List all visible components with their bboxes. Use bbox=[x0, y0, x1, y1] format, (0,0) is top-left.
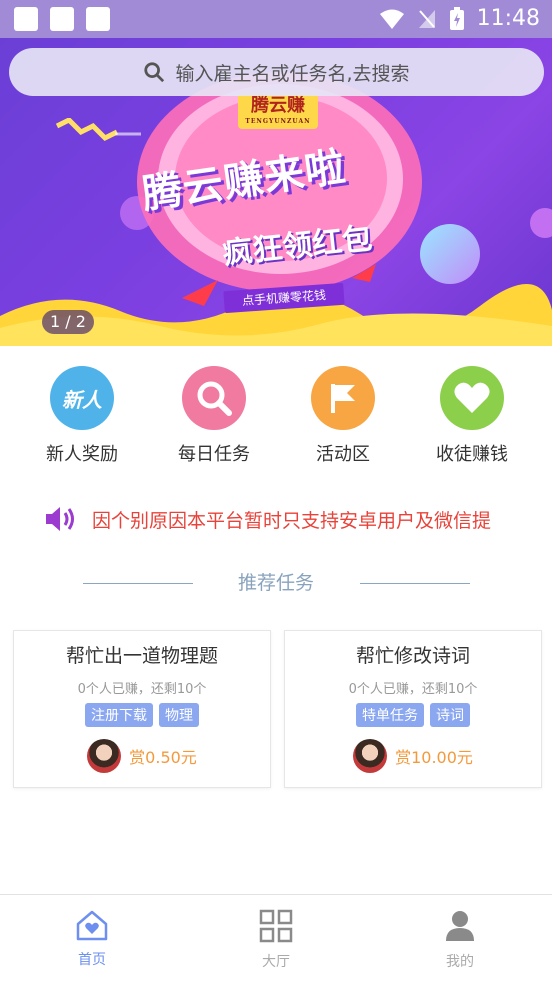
action-label: 新人奖励 bbox=[46, 444, 118, 465]
system-indicators: 11:48 bbox=[379, 6, 540, 31]
task-stats: 0个人已赚，还剩10个 bbox=[77, 682, 207, 697]
heart-icon bbox=[440, 366, 504, 430]
nav-hall[interactable]: 大厅 bbox=[226, 909, 326, 971]
action-label: 活动区 bbox=[316, 444, 370, 465]
search-placeholder: 输入雇主名或任务名,去搜索 bbox=[175, 62, 410, 85]
flag-icon bbox=[311, 366, 375, 430]
promo-banner[interactable]: 输入雇主名或任务名,去搜索 腾云赚 TENGYUNZUAN 腾云赚来啦 疯狂领红包… bbox=[0, 38, 552, 346]
zigzag-decoration bbox=[55, 118, 141, 142]
home-icon bbox=[76, 910, 108, 941]
task-tags: 注册下载 物理 bbox=[14, 703, 270, 727]
employer-avatar bbox=[87, 739, 122, 773]
nav-label: 我的 bbox=[446, 954, 474, 970]
grid-icon bbox=[259, 909, 293, 943]
brand-logo: 腾云赚 TENGYUNZUAN bbox=[238, 93, 318, 129]
nav-label: 大厅 bbox=[262, 954, 290, 970]
notification-icon bbox=[86, 7, 110, 31]
task-stats: 0个人已赚，还剩10个 bbox=[348, 682, 478, 697]
task-reward: 赏10.00元 bbox=[395, 748, 473, 767]
task-title: 帮忙修改诗词 bbox=[355, 645, 470, 667]
task-tag: 注册下载 bbox=[85, 703, 153, 727]
action-daily-tasks[interactable]: 每日任务 bbox=[159, 366, 269, 466]
search-icon bbox=[182, 366, 246, 430]
task-tags: 特单任务 诗词 bbox=[285, 703, 541, 727]
section-header: 推荐任务 bbox=[0, 566, 552, 600]
notification-icon bbox=[50, 7, 74, 31]
action-label: 收徒赚钱 bbox=[436, 444, 508, 465]
nav-home[interactable]: 首页 bbox=[42, 909, 142, 969]
task-card[interactable]: 帮忙出一道物理题 0个人已赚，还剩10个 注册下载 物理 赏0.50元 bbox=[13, 630, 271, 788]
notice-text: 因个别原因本平台暂时只支持安卓用户及微信提 bbox=[92, 509, 492, 532]
nav-label: 首页 bbox=[78, 952, 106, 968]
wifi-icon bbox=[379, 9, 404, 29]
search-bar[interactable]: 输入雇主名或任务名,去搜索 bbox=[9, 48, 544, 96]
user-icon bbox=[446, 911, 474, 941]
action-label: 每日任务 bbox=[178, 444, 250, 465]
notification-icons bbox=[14, 7, 110, 31]
quick-actions: 新人 新人奖励 每日任务 活动区 收徒赚钱 bbox=[0, 366, 552, 476]
red-triangle-decoration bbox=[352, 264, 376, 282]
task-reward-row: 赏10.00元 bbox=[285, 739, 541, 773]
search-icon bbox=[144, 62, 165, 83]
notification-icon bbox=[14, 7, 38, 31]
battery-icon bbox=[449, 6, 464, 30]
clock: 11:48 bbox=[476, 6, 540, 31]
signal-icon bbox=[418, 9, 435, 28]
action-recruit-earn[interactable]: 收徒赚钱 bbox=[417, 366, 527, 466]
red-triangle-decoration bbox=[182, 280, 218, 306]
bottom-navigation: 首页 大厅 我的 bbox=[0, 894, 552, 981]
new-user-icon: 新人 bbox=[50, 366, 114, 430]
nav-profile[interactable]: 我的 bbox=[410, 909, 510, 971]
task-tag: 物理 bbox=[159, 703, 199, 727]
decor-ball bbox=[420, 224, 480, 284]
task-tag: 诗词 bbox=[430, 703, 470, 727]
divider bbox=[360, 583, 470, 584]
task-reward: 赏0.50元 bbox=[129, 748, 197, 767]
action-activity-zone[interactable]: 活动区 bbox=[288, 366, 398, 466]
decor-ball bbox=[530, 208, 552, 238]
status-bar: 11:48 bbox=[0, 0, 552, 38]
task-title: 帮忙出一道物理题 bbox=[65, 645, 218, 667]
banner-pager: 1 / 2 bbox=[42, 310, 94, 334]
task-card[interactable]: 帮忙修改诗词 0个人已赚，还剩10个 特单任务 诗词 赏10.00元 bbox=[284, 630, 542, 788]
task-reward-row: 赏0.50元 bbox=[14, 739, 270, 773]
task-tag: 特单任务 bbox=[356, 703, 424, 727]
action-new-user-reward[interactable]: 新人 新人奖励 bbox=[27, 366, 137, 466]
employer-avatar bbox=[353, 739, 388, 773]
notice-bar[interactable]: 因个别原因本平台暂时只支持安卓用户及微信提 bbox=[44, 502, 544, 536]
speaker-icon bbox=[46, 507, 74, 531]
